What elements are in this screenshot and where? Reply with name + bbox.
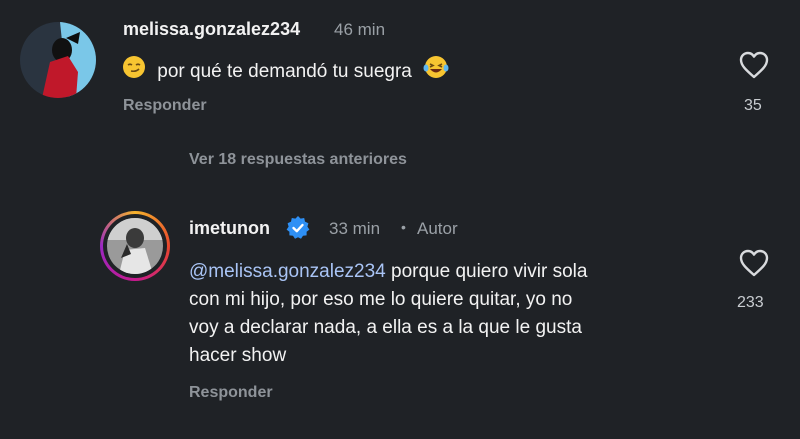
avatar-image: [20, 22, 96, 98]
reply-text-line: hacer show: [189, 345, 287, 366]
view-previous-replies-link[interactable]: Ver 18 respuestas anteriores: [189, 151, 407, 169]
reply-text: @melissa.gonzalez234 porque quiero vivir…: [189, 258, 729, 370]
comment-text-row: por qué te demandó tu suegra: [122, 55, 449, 88]
like-heart-icon[interactable]: [738, 50, 770, 85]
reply-button[interactable]: Responder: [123, 97, 207, 115]
author-badge: Autor: [417, 219, 458, 238]
reply-text-line: con mi hijo, por eso me lo quiere quitar…: [189, 289, 573, 310]
comment-username[interactable]: melissa.gonzalez234: [123, 19, 300, 40]
verified-badge-icon: [285, 215, 311, 246]
mention-link[interactable]: @melissa.gonzalez234: [189, 261, 386, 282]
comment-username[interactable]: imetunon: [189, 218, 270, 239]
like-count: 233: [737, 294, 764, 311]
comment-time: 33 min: [329, 219, 381, 238]
avatar-melissa[interactable]: [20, 22, 96, 98]
avatar-image: [107, 218, 163, 274]
reply-button[interactable]: Responder: [189, 384, 273, 402]
comment-time: 46 min: [334, 20, 386, 39]
reply-text-line: @melissa.gonzalez234 porque quiero vivir…: [189, 258, 729, 286]
like-heart-icon[interactable]: [738, 248, 770, 283]
reply-text-fragment: porque quiero vivir sola: [391, 261, 588, 282]
reply-text-line: voy a declarar nada, a ella es a la que …: [189, 317, 582, 338]
laughing-tears-emoji-icon: [423, 55, 449, 88]
like-count: 35: [744, 97, 762, 114]
meta-separator: •: [401, 219, 406, 235]
comment-text: por qué te demandó tu suegra: [157, 60, 412, 82]
avatar-imetunon[interactable]: [100, 211, 170, 281]
smirk-emoji-icon: [122, 55, 146, 88]
